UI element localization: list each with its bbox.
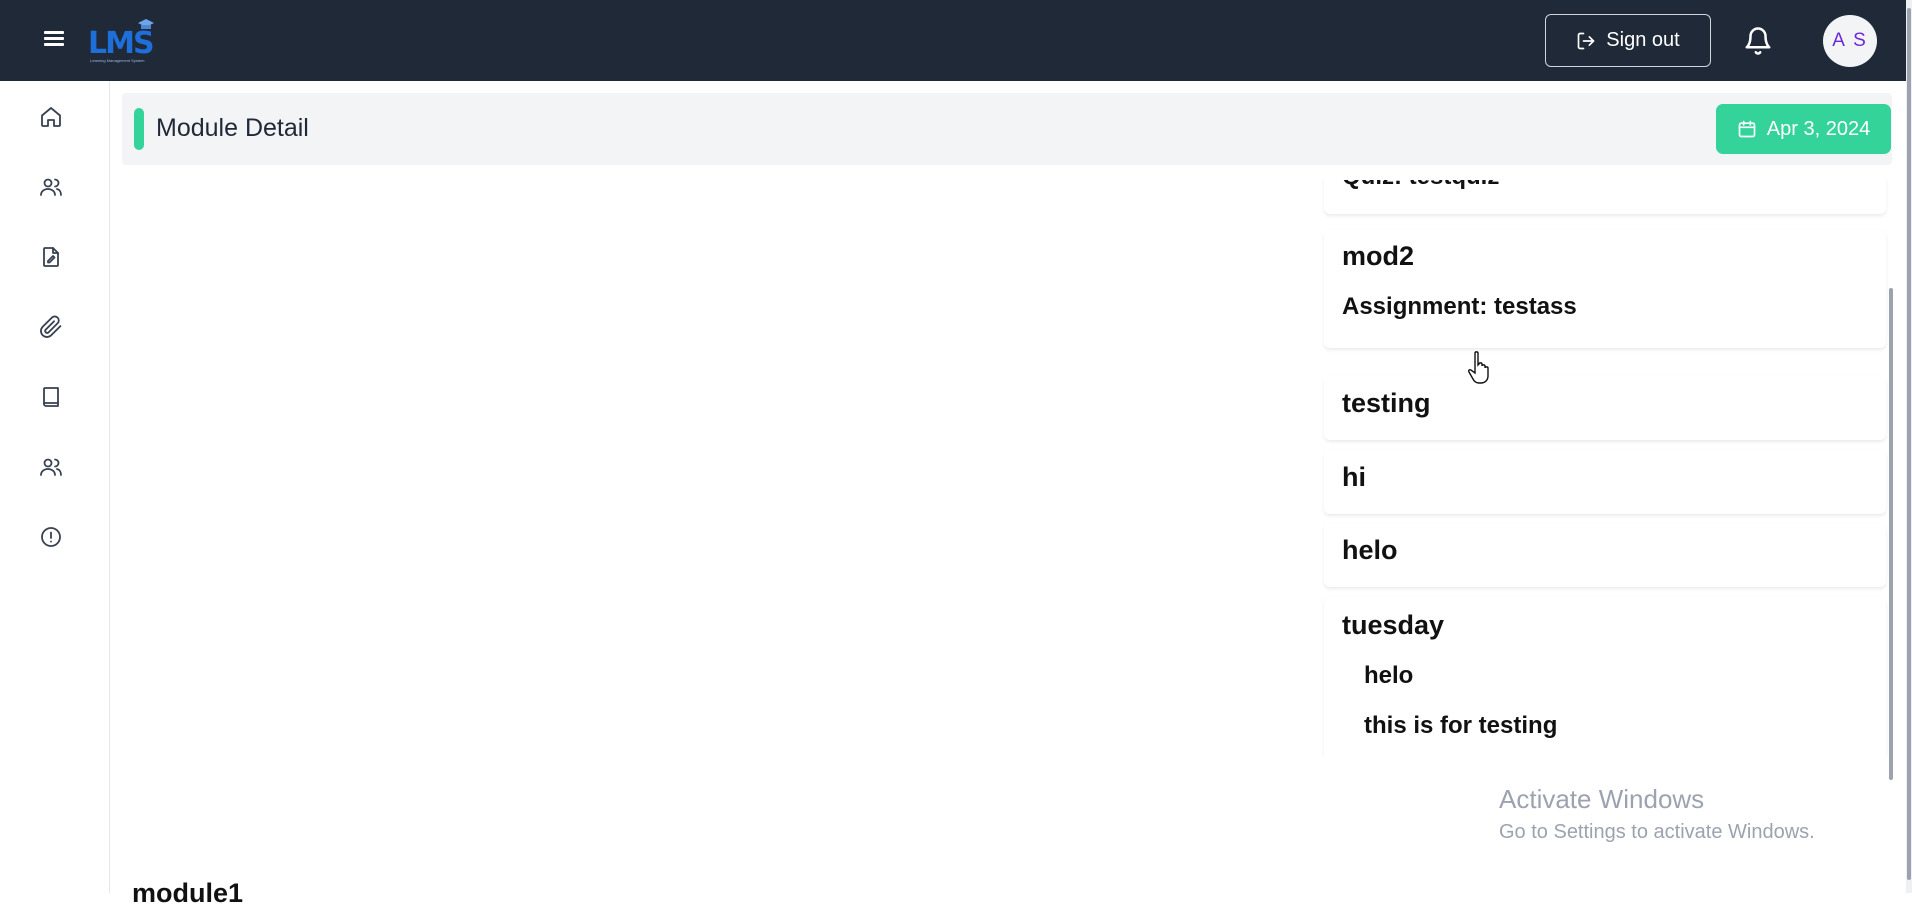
home-icon[interactable] — [39, 105, 63, 129]
users-group-icon[interactable] — [39, 455, 63, 479]
module-title: module1 — [132, 878, 244, 908]
module-card[interactable]: helo — [1324, 523, 1886, 587]
header-accent-bar — [134, 108, 144, 150]
page-title: Module Detail — [156, 114, 309, 142]
module-item[interactable]: helo — [1364, 662, 1413, 690]
module-card[interactable]: testing — [1324, 376, 1886, 440]
windows-activation-watermark: Activate Windows Go to Settings to activ… — [1499, 784, 1815, 844]
page-scrollbar[interactable] — [1906, 0, 1912, 893]
book-icon[interactable] — [39, 385, 63, 409]
module-title: mod2 — [1342, 241, 1415, 271]
module-item[interactable]: Assignment: testass — [1342, 293, 1577, 321]
sign-out-icon — [1577, 32, 1595, 49]
module-card[interactable]: Quiz: testquiz — [1324, 180, 1886, 214]
date-badge[interactable]: Apr 3, 2024 — [1716, 104, 1891, 154]
info-circle-icon[interactable] — [39, 525, 63, 549]
calendar-icon — [1738, 120, 1756, 138]
paperclip-icon[interactable] — [39, 315, 63, 339]
module-list[interactable]: Quiz: testquiz mod2 Assignment: testass … — [1316, 180, 1892, 756]
menu-icon[interactable] — [40, 28, 68, 52]
sign-out-button[interactable]: Sign out — [1545, 14, 1711, 67]
module-title: tuesday — [1342, 610, 1445, 640]
watermark-line-1: Activate Windows — [1499, 784, 1705, 814]
module-item[interactable]: this is for testing — [1364, 712, 1557, 740]
module-card[interactable]: mod2 Assignment: testass — [1324, 230, 1886, 348]
logo[interactable]: LMS Learning Management System — [86, 16, 158, 64]
module-title: testing — [1342, 388, 1431, 418]
top-navbar: LMS Learning Management System Sign out … — [0, 0, 1912, 81]
watermark-line-2: Go to Settings to activate Windows. — [1499, 821, 1815, 843]
module-title: hi — [1342, 462, 1366, 492]
date-label: Apr 3, 2024 — [1766, 117, 1871, 140]
module-title: helo — [1342, 535, 1398, 565]
logo-text: LMS — [88, 26, 155, 61]
sidebar — [0, 81, 110, 893]
module-card[interactable]: hi — [1324, 450, 1886, 514]
hand-cursor-icon — [1468, 351, 1489, 384]
notification-bell-icon[interactable] — [1743, 25, 1773, 57]
module-card[interactable]: tuesday helo this is for testing — [1324, 597, 1886, 756]
module-list-scrollbar[interactable] — [1889, 288, 1893, 780]
sign-out-label: Sign out — [1606, 29, 1680, 51]
page-header — [122, 93, 1892, 165]
document-edit-icon[interactable] — [39, 245, 63, 269]
logo-subtext: Learning Management System — [90, 58, 145, 63]
users-icon[interactable] — [39, 175, 63, 199]
module-item[interactable]: Quiz: testquiz — [1342, 180, 1499, 191]
avatar[interactable]: A S — [1823, 15, 1877, 67]
